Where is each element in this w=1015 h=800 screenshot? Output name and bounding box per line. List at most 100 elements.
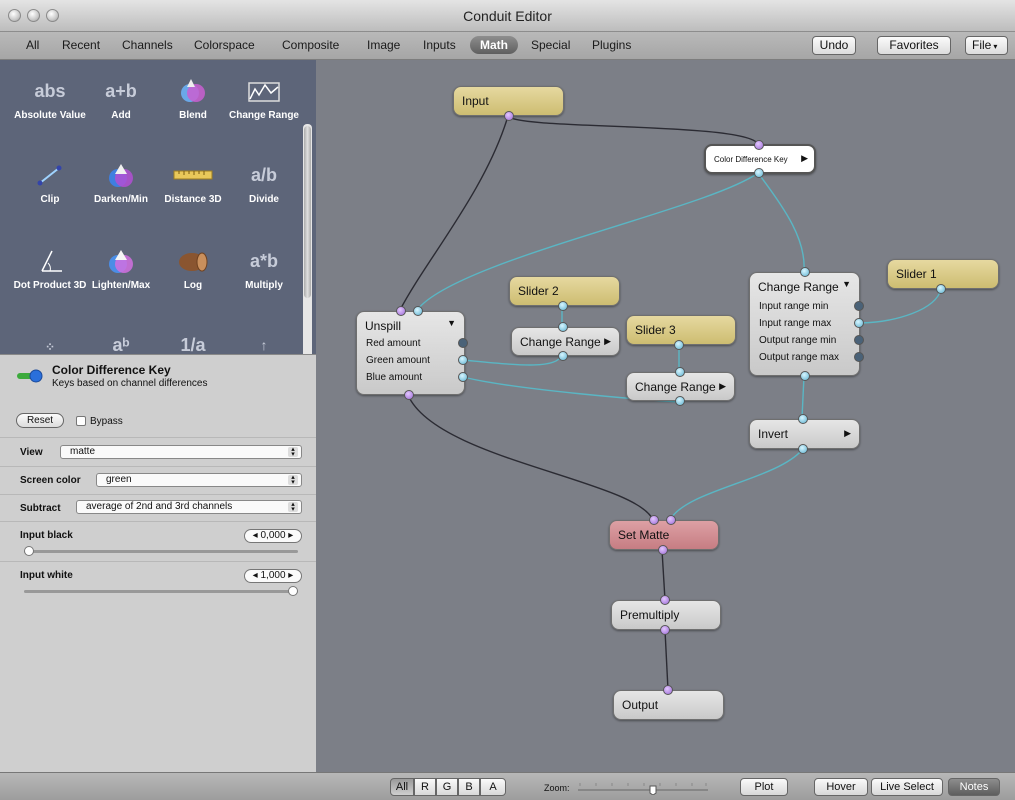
input-port[interactable] bbox=[558, 322, 568, 332]
output-port[interactable] bbox=[504, 111, 514, 121]
node-color-difference-key[interactable]: Color Difference Key ▶ bbox=[704, 140, 816, 178]
output-port[interactable] bbox=[675, 396, 685, 406]
input-black-slider-knob[interactable] bbox=[24, 546, 34, 556]
plot-button[interactable]: Plot bbox=[740, 778, 788, 796]
favorites-button[interactable]: Favorites bbox=[877, 36, 951, 55]
triangle-right-icon[interactable]: ▶ bbox=[844, 428, 851, 439]
param-port[interactable] bbox=[458, 372, 468, 382]
node-slider-3[interactable]: Slider 3 bbox=[626, 315, 736, 350]
live-select-button[interactable]: Live Select bbox=[871, 778, 943, 796]
node-graph-canvas[interactable]: Input Color Difference Key ▶ Slider 1 Sl… bbox=[316, 60, 1015, 772]
reset-button[interactable]: Reset bbox=[16, 413, 64, 428]
tab-composite[interactable]: Composite bbox=[277, 36, 344, 54]
input-port[interactable] bbox=[396, 306, 406, 316]
input-port[interactable] bbox=[675, 367, 685, 377]
palette-item-partial[interactable]: 1/a bbox=[155, 330, 231, 354]
node-input[interactable]: Input bbox=[453, 86, 564, 121]
file-menu-button[interactable]: File ▾ bbox=[965, 36, 1008, 55]
tab-math[interactable]: Math bbox=[470, 36, 518, 54]
channel-r-button[interactable]: R bbox=[414, 778, 436, 796]
output-port[interactable] bbox=[936, 284, 946, 294]
triangle-down-icon[interactable]: ▼ bbox=[842, 279, 851, 289]
node-change-range-main[interactable]: Change Range ▼ Input range min Input ran… bbox=[749, 267, 864, 381]
output-port[interactable] bbox=[660, 625, 670, 635]
tab-all[interactable]: All bbox=[21, 36, 44, 54]
palette-item-partial[interactable]: ↑ bbox=[226, 330, 302, 354]
scrollbar-thumb[interactable] bbox=[304, 126, 311, 298]
channel-all-button[interactable]: All bbox=[390, 778, 414, 796]
triangle-right-icon[interactable]: ▶ bbox=[801, 153, 808, 164]
tab-image[interactable]: Image bbox=[362, 36, 405, 54]
output-port[interactable] bbox=[558, 351, 568, 361]
tab-special[interactable]: Special bbox=[526, 36, 575, 54]
input-port[interactable] bbox=[413, 306, 423, 316]
input-port[interactable] bbox=[660, 595, 670, 605]
output-port[interactable] bbox=[798, 444, 808, 454]
output-port[interactable] bbox=[800, 371, 810, 381]
input-port[interactable] bbox=[754, 140, 764, 150]
palette-item-absolute-value[interactable]: abs Absolute Value bbox=[12, 76, 88, 122]
tab-channels[interactable]: Channels bbox=[117, 36, 178, 54]
input-black-stepper[interactable]: ◂ 0,000 ▸ bbox=[244, 529, 302, 543]
palette-item-distance-3d[interactable]: Distance 3D bbox=[155, 160, 231, 206]
node-set-matte[interactable]: Set Matte bbox=[609, 515, 719, 555]
hover-button[interactable]: Hover bbox=[814, 778, 868, 796]
tab-inputs[interactable]: Inputs bbox=[418, 36, 461, 54]
zoom-slider[interactable] bbox=[576, 781, 710, 796]
notes-button[interactable]: Notes bbox=[948, 778, 1000, 796]
output-port[interactable] bbox=[754, 168, 764, 178]
node-output[interactable]: Output bbox=[613, 685, 724, 720]
param-port[interactable] bbox=[854, 335, 864, 345]
chevron-right-icon[interactable]: ▸ bbox=[286, 530, 293, 541]
node-unspill[interactable]: Unspill ▼ Red amount Green amount Blue a… bbox=[356, 306, 468, 400]
subtract-select[interactable]: average of 2nd and 3rd channels ▴ ▾ bbox=[76, 500, 302, 514]
input-black-track[interactable] bbox=[24, 550, 298, 553]
node-premultiply[interactable]: Premultiply bbox=[611, 595, 721, 635]
output-port[interactable] bbox=[558, 301, 568, 311]
param-port[interactable] bbox=[458, 338, 468, 348]
tab-colorspace[interactable]: Colorspace bbox=[189, 36, 260, 54]
tab-plugins[interactable]: Plugins bbox=[587, 36, 636, 54]
input-white-slider-knob[interactable] bbox=[288, 586, 298, 596]
param-port[interactable] bbox=[458, 355, 468, 365]
output-port[interactable] bbox=[674, 340, 684, 350]
channel-a-button[interactable]: A bbox=[480, 778, 506, 796]
node-change-range-a[interactable]: Change Range ▶ bbox=[511, 322, 620, 361]
palette-item-dot-product-3d[interactable]: Dot Product 3D bbox=[12, 246, 88, 292]
node-slider-1[interactable]: Slider 1 bbox=[887, 259, 999, 294]
input-white-stepper[interactable]: ◂ 1,000 ▸ bbox=[244, 569, 302, 583]
input-port[interactable] bbox=[800, 267, 810, 277]
palette-item-add[interactable]: a+b Add bbox=[83, 76, 159, 122]
undo-button[interactable]: Undo bbox=[812, 36, 856, 55]
palette-item-divide[interactable]: a/b Divide bbox=[226, 160, 302, 206]
node-invert[interactable]: Invert ▶ bbox=[749, 414, 860, 454]
input-port[interactable] bbox=[798, 414, 808, 424]
input-port[interactable] bbox=[663, 685, 673, 695]
channel-b-button[interactable]: B bbox=[458, 778, 480, 796]
bypass-checkbox[interactable] bbox=[76, 416, 86, 426]
triangle-right-icon[interactable]: ▶ bbox=[719, 381, 726, 392]
palette-item-partial[interactable]: aᵇ bbox=[83, 330, 159, 354]
palette-item-clip[interactable]: Clip bbox=[12, 160, 88, 206]
palette-item-multiply[interactable]: a*b Multiply bbox=[226, 246, 302, 292]
screen-color-select[interactable]: green ▴ ▾ bbox=[96, 473, 302, 487]
input-white-track[interactable] bbox=[24, 590, 298, 593]
triangle-down-icon[interactable]: ▼ bbox=[447, 318, 456, 328]
channel-g-button[interactable]: G bbox=[436, 778, 458, 796]
palette-item-blend[interactable]: Blend bbox=[155, 76, 231, 122]
output-port[interactable] bbox=[404, 390, 414, 400]
triangle-right-icon[interactable]: ▶ bbox=[604, 336, 611, 347]
node-change-range-b[interactable]: Change Range ▶ bbox=[626, 367, 735, 406]
param-port[interactable] bbox=[854, 301, 864, 311]
input-port[interactable] bbox=[666, 515, 676, 525]
palette-item-log[interactable]: Log bbox=[155, 246, 231, 292]
toggle-switch-icon[interactable] bbox=[16, 369, 44, 383]
view-select[interactable]: matte ▴ ▾ bbox=[60, 445, 302, 459]
palette-item-lighten-max[interactable]: Lighten/Max bbox=[83, 246, 159, 292]
node-slider-2[interactable]: Slider 2 bbox=[509, 276, 620, 311]
chevron-right-icon[interactable]: ▸ bbox=[286, 570, 293, 581]
palette-item-change-range[interactable]: Change Range bbox=[226, 76, 302, 122]
param-port[interactable] bbox=[854, 318, 864, 328]
output-port[interactable] bbox=[658, 545, 668, 555]
param-port[interactable] bbox=[854, 352, 864, 362]
